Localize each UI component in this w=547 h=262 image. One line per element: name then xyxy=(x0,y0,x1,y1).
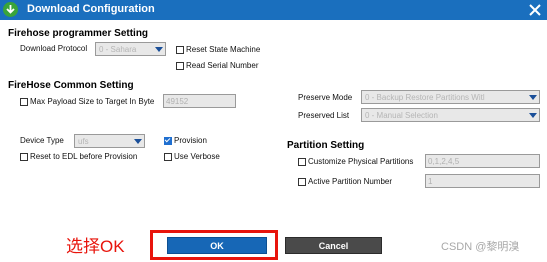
customize-partitions-input[interactable]: 0,1,2,4,5 xyxy=(425,154,540,168)
ok-button[interactable]: OK xyxy=(167,237,267,254)
checkbox-box xyxy=(298,177,306,186)
customize-partitions-label: Customize Physical Partitions xyxy=(308,157,414,166)
preserve-mode-select[interactable]: 0 - Backup Restore Partitions Witl xyxy=(361,90,540,104)
customize-partitions-checkbox[interactable]: Customize Physical Partitions xyxy=(298,157,413,166)
max-payload-input[interactable]: 49152 xyxy=(163,94,236,108)
chevron-down-icon xyxy=(527,91,539,103)
watermark: CSDN @黎明溴 xyxy=(441,241,520,253)
checkbox-box xyxy=(176,61,184,70)
download-arrow-icon xyxy=(3,2,18,17)
close-button[interactable] xyxy=(525,0,545,20)
checkbox-box xyxy=(298,157,306,166)
checkbox-box xyxy=(176,45,184,54)
annotation-text: 选择OK xyxy=(66,237,125,256)
checkbox-box xyxy=(164,152,172,161)
read-serial-number-checkbox[interactable]: Read Serial Number xyxy=(176,61,258,70)
preserve-mode-label: Preserve Mode xyxy=(298,93,353,102)
active-partition-checkbox[interactable]: Active Partition Number xyxy=(298,177,392,186)
active-partition-label: Active Partition Number xyxy=(308,177,393,186)
download-protocol-label: Download Protocol xyxy=(20,44,88,53)
checkbox-box xyxy=(20,97,28,106)
max-payload-label: Max Payload Size to Target In Byte xyxy=(30,97,155,106)
reset-state-machine-label: Reset State Machine xyxy=(186,45,261,54)
preserved-list-select[interactable]: 0 - Manual Selection xyxy=(361,108,540,122)
download-protocol-value: 0 - Sahara xyxy=(99,44,137,54)
chevron-down-icon xyxy=(153,43,165,55)
partition-setting-heading: Partition Setting xyxy=(287,140,365,151)
preserve-mode-value: 0 - Backup Restore Partitions Witl xyxy=(365,92,485,102)
provision-checkbox[interactable]: Provision xyxy=(164,136,207,145)
checkbox-checked xyxy=(164,136,172,145)
use-verbose-checkbox[interactable]: Use Verbose xyxy=(164,152,220,161)
preserved-list-value: 0 - Manual Selection xyxy=(365,110,438,120)
use-verbose-label: Use Verbose xyxy=(174,152,220,161)
reset-edl-checkbox[interactable]: Reset to EDL before Provision xyxy=(20,152,137,161)
common-setting-heading: FireHose Common Setting xyxy=(8,80,134,91)
chevron-down-icon xyxy=(132,135,144,147)
device-type-label: Device Type xyxy=(20,136,64,145)
programmer-setting-heading: Firehose programmer Setting xyxy=(8,28,149,39)
reset-edl-label: Reset to EDL before Provision xyxy=(30,152,138,161)
max-payload-checkbox[interactable]: Max Payload Size to Target In Byte xyxy=(20,97,154,106)
close-icon xyxy=(529,4,541,16)
chevron-down-icon xyxy=(527,109,539,121)
window-title: Download Configuration xyxy=(27,3,155,15)
device-type-value: ufs xyxy=(78,136,89,146)
active-partition-input[interactable]: 1 xyxy=(425,174,540,188)
checkbox-box xyxy=(20,152,28,161)
download-protocol-select[interactable]: 0 - Sahara xyxy=(95,42,166,56)
read-serial-number-label: Read Serial Number xyxy=(186,61,259,70)
device-type-select[interactable]: ufs xyxy=(74,134,145,148)
reset-state-machine-checkbox[interactable]: Reset State Machine xyxy=(176,45,260,54)
preserved-list-label: Preserved List xyxy=(298,111,350,120)
cancel-button[interactable]: Cancel xyxy=(285,237,382,254)
provision-label: Provision xyxy=(174,136,207,145)
